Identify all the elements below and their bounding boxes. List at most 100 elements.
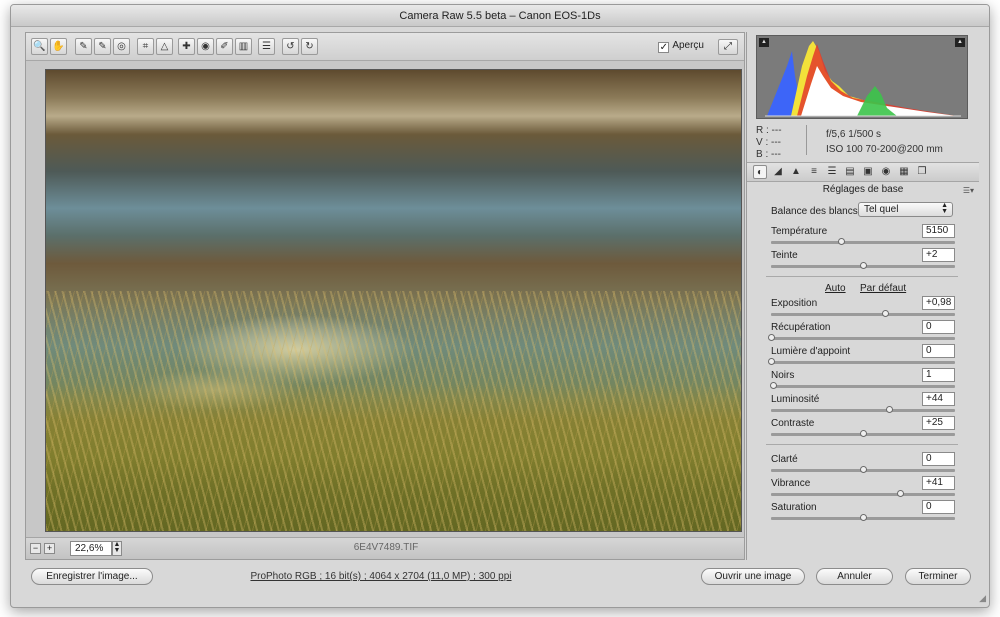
exposure-value-field[interactable]: +0,98 <box>922 296 955 310</box>
clarity-slider-thumb[interactable] <box>860 466 867 473</box>
workflow-options-link[interactable]: ProPhoto RGB ; 16 bit(s) ; 4064 x 2704 (… <box>201 571 561 582</box>
blacks-slider-track[interactable] <box>771 385 955 388</box>
default-link[interactable]: Par défaut <box>860 283 906 294</box>
tab-detail-icon[interactable]: ▲ <box>789 165 803 179</box>
brightness-slider-thumb[interactable] <box>885 406 893 413</box>
open-image-button[interactable]: Ouvrir une image <box>701 568 805 585</box>
window-title: Camera Raw 5.5 beta – Canon EOS-1Ds <box>11 5 989 27</box>
tab-presets-icon[interactable]: ▦ <box>897 165 911 179</box>
fullscreen-toggle-icon[interactable]: ⤢ <box>718 39 738 55</box>
preview-label: Aperçu <box>672 40 704 51</box>
color-sampler-tool-icon[interactable]: ✎ <box>94 38 111 55</box>
tab-effects-icon[interactable]: ▣ <box>861 165 875 179</box>
retouch-tool-icon[interactable]: ✚ <box>178 38 195 55</box>
tool-bar: 🔍 ✋ ✎ ✎ ◎ ⌗ △ ✚ ◉ ✐ ▥ ☰ ↺ ↻ ✓ Aperçu ⤢ <box>26 33 744 61</box>
tab-tone-curve-icon[interactable]: ◢ <box>771 165 785 179</box>
slider-tint: Teinte +2 <box>771 248 955 274</box>
pixel-info: R : --- V : --- B : --- f/5,6 1/500 s IS… <box>756 125 968 161</box>
cancel-button[interactable]: Annuler <box>816 568 893 585</box>
tab-lens-corrections-icon[interactable]: ▤ <box>843 165 857 179</box>
crop-tool-icon[interactable]: ⌗ <box>137 38 154 55</box>
saturation-label: Saturation <box>771 502 817 513</box>
white-balance-value: Tel quel <box>864 204 899 215</box>
recovery-value-field[interactable]: 0 <box>922 320 955 334</box>
tab-basic-icon[interactable]: ◐ <box>753 165 767 179</box>
shadow-clipping-icon[interactable]: ▲ <box>759 38 769 47</box>
slider-contrast: Contraste +25 <box>771 416 955 442</box>
info-divider <box>806 125 807 155</box>
save-image-button[interactable]: Enregistrer l'image... <box>31 568 153 585</box>
highlight-clipping-icon[interactable]: ▲ <box>955 38 965 47</box>
contrast-value-field[interactable]: +25 <box>922 416 955 430</box>
slider-vibrance: Vibrance +41 <box>771 476 955 502</box>
rgb-readout: R : --- V : --- B : --- <box>756 125 782 161</box>
exposure-slider-track[interactable] <box>771 313 955 316</box>
histogram-graph <box>765 41 961 117</box>
slider-clarity: Clarté 0 <box>771 452 955 478</box>
blacks-slider-thumb[interactable] <box>769 382 777 389</box>
tint-label: Teinte <box>771 250 798 261</box>
image-preview[interactable] <box>45 69 742 532</box>
adjustment-brush-icon[interactable]: ✐ <box>216 38 233 55</box>
tab-split-toning-icon[interactable]: ☰ <box>825 165 839 179</box>
exposure-label: Exposition <box>771 298 818 309</box>
saturation-slider-thumb[interactable] <box>860 514 867 521</box>
temperature-label: Température <box>771 226 828 237</box>
brightness-slider-track[interactable] <box>771 409 955 412</box>
recovery-label: Récupération <box>771 322 831 333</box>
blacks-value-field[interactable]: 1 <box>922 368 955 382</box>
preview-checkmark-icon[interactable]: ✓ <box>658 42 670 53</box>
rgb-red: R : --- <box>756 125 782 136</box>
vibrance-slider-track[interactable] <box>771 493 955 496</box>
brightness-value-field[interactable]: +44 <box>922 392 955 406</box>
zoom-tool-icon[interactable]: 🔍 <box>31 38 48 55</box>
slider-fill-light: Lumière d'appoint 0 <box>768 344 955 370</box>
saturation-value-field[interactable]: 0 <box>922 500 955 514</box>
hand-tool-icon[interactable]: ✋ <box>50 38 67 55</box>
tab-hsl-icon[interactable]: ≡ <box>807 165 821 179</box>
fill-light-slider-track[interactable] <box>771 361 955 364</box>
vibrance-slider-thumb[interactable] <box>896 490 904 497</box>
graduated-filter-icon[interactable]: ▥ <box>235 38 252 55</box>
temperature-value-field[interactable]: 5150 <box>922 224 955 238</box>
fill-light-label: Lumière d'appoint <box>771 346 851 357</box>
done-button[interactable]: Terminer <box>905 568 971 585</box>
recovery-slider-track[interactable] <box>771 337 955 340</box>
brightness-label: Luminosité <box>771 394 820 405</box>
fill-light-slider-thumb[interactable] <box>768 358 775 365</box>
target-adjustment-tool-icon[interactable]: ◎ <box>113 38 130 55</box>
tab-camera-calibration-icon[interactable]: ◉ <box>879 165 893 179</box>
auto-link[interactable]: Auto <box>825 283 846 294</box>
fill-light-value-field[interactable]: 0 <box>922 344 955 358</box>
blacks-label: Noirs <box>771 370 795 381</box>
temperature-slider-thumb[interactable] <box>837 238 845 245</box>
vibrance-value-field[interactable]: +41 <box>922 476 955 490</box>
tint-slider-thumb[interactable] <box>860 262 867 269</box>
tint-value-field[interactable]: +2 <box>922 248 955 262</box>
iso-lens: ISO 100 70-200@200 mm <box>826 144 943 155</box>
camera-raw-window: Camera Raw 5.5 beta – Canon EOS-1Ds 🔍 ✋ ✎ ✎… <box>10 4 990 608</box>
status-bar: − + 22,6% ▲ ▼ 6E4V7489.TIF <box>26 537 744 559</box>
image-grass-foreground <box>46 291 741 531</box>
panel-menu-icon[interactable]: ☰▾ <box>963 186 974 195</box>
contrast-slider-thumb[interactable] <box>860 430 867 437</box>
slider-recovery: Récupération 0 <box>768 320 955 346</box>
select-arrows-icon: ▲ ▼ <box>941 202 948 215</box>
recovery-slider-thumb[interactable] <box>768 334 775 341</box>
preview-checkbox[interactable]: ✓ Aperçu <box>658 40 704 53</box>
rotate-right-icon[interactable]: ↻ <box>301 38 318 55</box>
vibrance-label: Vibrance <box>771 478 811 489</box>
white-balance-select[interactable]: Tel quel ▲ ▼ <box>858 202 953 217</box>
clarity-value-field[interactable]: 0 <box>922 452 955 466</box>
straighten-tool-icon[interactable]: △ <box>156 38 173 55</box>
preferences-icon[interactable]: ☰ <box>258 38 275 55</box>
temperature-slider-track[interactable] <box>771 241 955 244</box>
adjustments-panel: ▲ ▲ R : --- V : --- B : --- f/5,6 1/500 … <box>746 32 979 560</box>
resize-grip-icon[interactable]: ◢ <box>979 593 986 604</box>
slider-brightness: Luminosité +44 <box>771 392 955 418</box>
tab-snapshots-icon[interactable]: ❐ <box>915 165 929 179</box>
white-balance-tool-icon[interactable]: ✎ <box>75 38 92 55</box>
rotate-left-icon[interactable]: ↺ <box>282 38 299 55</box>
slider-saturation: Saturation 0 <box>771 500 955 526</box>
red-eye-tool-icon[interactable]: ◉ <box>197 38 214 55</box>
